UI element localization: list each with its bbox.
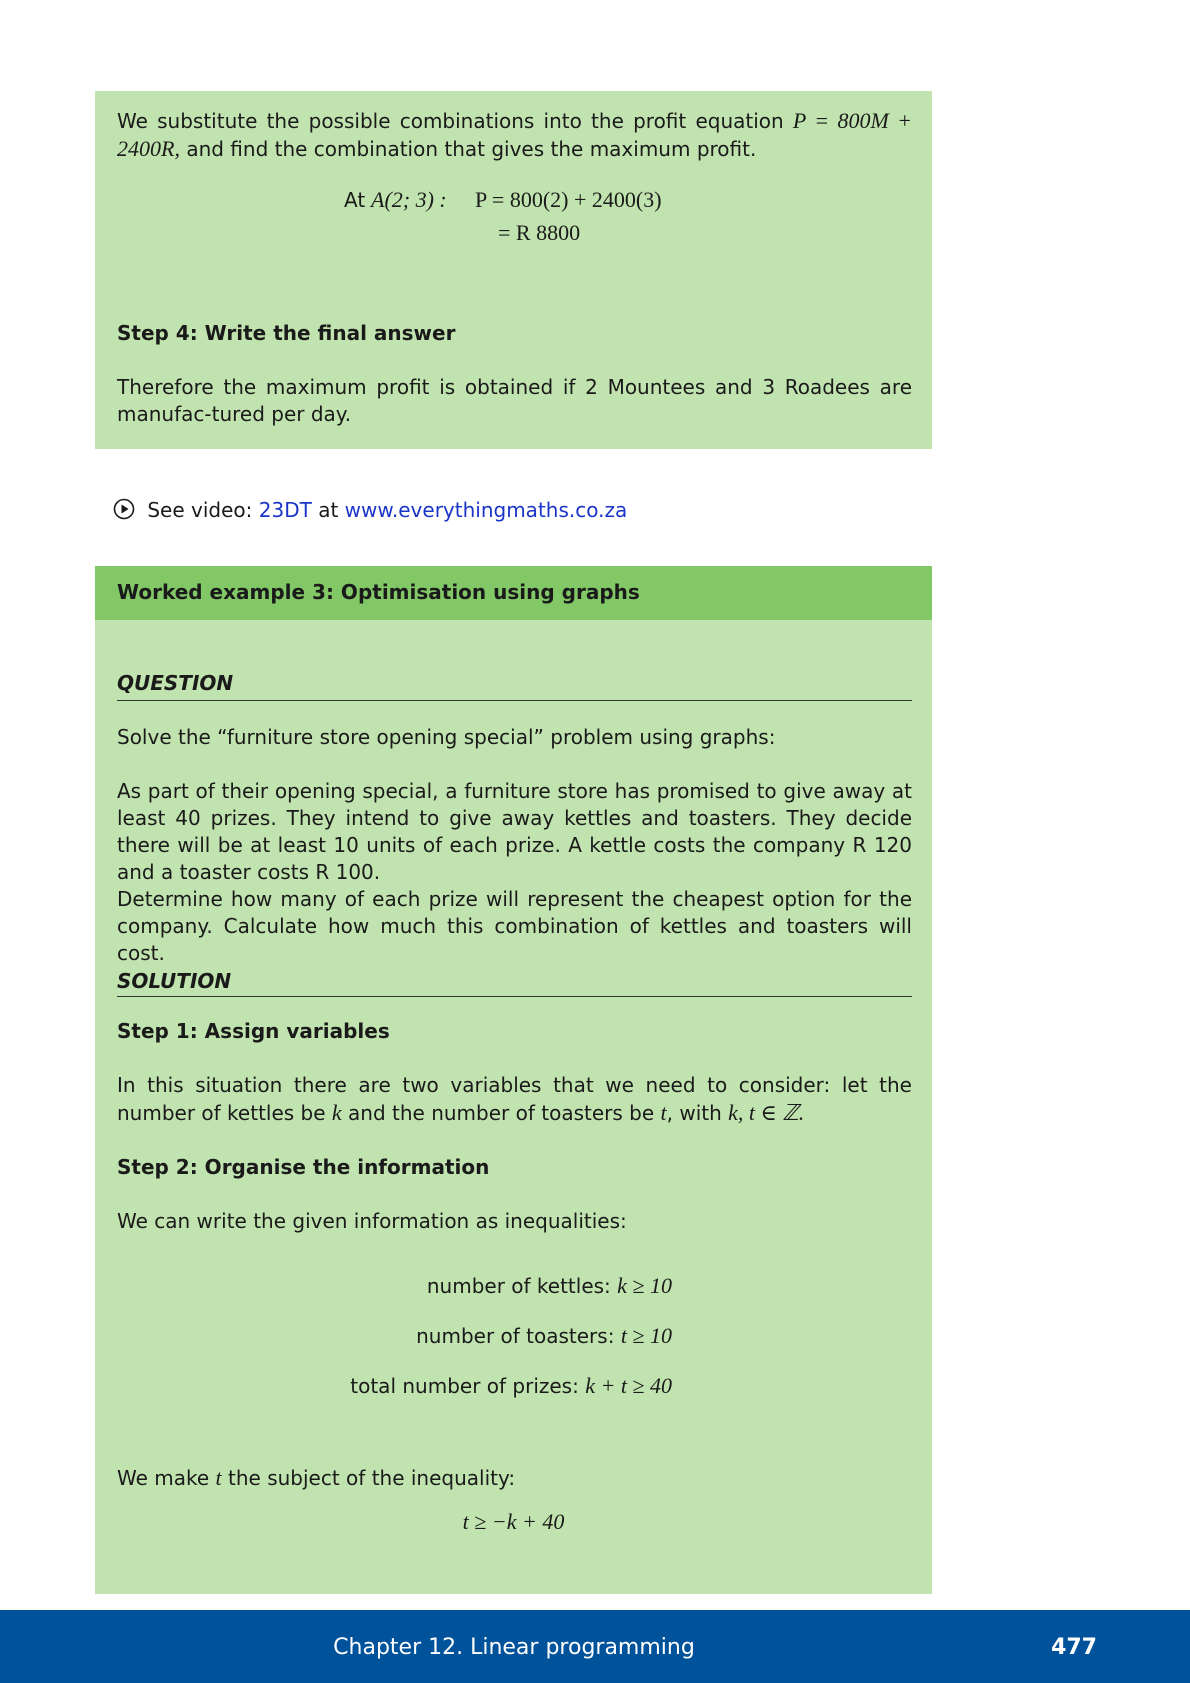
rearranged-inequality: t ≥ −k + 40 <box>462 1509 565 1534</box>
subject-text: We make t the subject of the inequality: <box>117 1464 912 1492</box>
subject-text-b: the subject of the inequality: <box>228 1466 516 1490</box>
kettles-inequality: k ≥ 10 <box>617 1273 672 1298</box>
worked-example-header: Worked example 3: Optimisation using gra… <box>95 566 932 620</box>
video-mid-text: at <box>318 498 339 522</box>
step4-text: Therefore the maximum profit is obtained… <box>117 375 912 426</box>
question-paragraph-2: Determine how many of each prize will re… <box>117 887 912 965</box>
point-a: A(2; 3) : <box>371 187 447 212</box>
worked-example-title: Worked example 3: Optimisation using gra… <box>117 580 640 604</box>
toasters-inequality: t ≥ 10 <box>620 1323 672 1348</box>
inequality-kettles: number of kettles: k ≥ 10 <box>427 1272 672 1300</box>
total-inequality: k + t ≥ 40 <box>585 1373 672 1398</box>
continued-solution-box: We substitute the possible combinations … <box>95 91 932 449</box>
total-label: total number of prizes: <box>350 1374 579 1398</box>
step1-text-b: and the number of toasters be <box>348 1101 655 1125</box>
chapter-title: Chapter 12. Linear programming <box>333 1635 695 1660</box>
toasters-label: number of toasters: <box>416 1324 615 1348</box>
page-number: 477 <box>1051 1635 1097 1660</box>
step1-text: In this situation there are two variable… <box>117 1072 912 1127</box>
video-code-link[interactable]: 23DT <box>259 498 312 522</box>
step2-heading: Step 2: Organise the information <box>117 1155 490 1179</box>
step2-intro: We can write the given information as in… <box>117 1209 627 1233</box>
step1-text-c: , with <box>666 1101 722 1125</box>
question-intro: Solve the “furniture store opening speci… <box>117 725 776 749</box>
inequality-toasters: number of toasters: t ≥ 10 <box>416 1322 672 1350</box>
step4-heading: Step 4: Write the final answer <box>117 321 456 345</box>
kettles-label: number of kettles: <box>426 1274 611 1298</box>
question-paragraph-1: As part of their opening special, a furn… <box>117 779 912 884</box>
website-link[interactable]: www.everythingmaths.co.za <box>345 498 628 522</box>
video-link-line: See video: 23DT at www.everythingmaths.c… <box>113 497 627 527</box>
subject-text-a: We make <box>117 1466 210 1490</box>
integer-set: k, t ∈ ℤ. <box>728 1100 805 1125</box>
solution-label: SOLUTION <box>117 969 232 993</box>
variable-k: k <box>331 1100 342 1125</box>
play-icon <box>113 498 135 527</box>
question-label: QUESTION <box>117 671 234 695</box>
solution-rule <box>117 996 912 997</box>
page-footer: Chapter 12. Linear programming 477 <box>0 1610 1190 1683</box>
equation-line-2: = R 8800 <box>498 220 581 245</box>
equation-line-1: P = 800(2) + 2400(3) <box>475 187 662 212</box>
question-rule <box>117 700 912 701</box>
at-label: At <box>344 188 366 212</box>
video-prefix: See video: <box>147 498 253 522</box>
profit-calculation: At A(2; 3) : P = 800(2) + 2400(3) = R 88… <box>95 91 932 245</box>
worked-example-box: Worked example 3: Optimisation using gra… <box>95 566 932 1594</box>
step1-heading: Step 1: Assign variables <box>117 1019 390 1043</box>
subject-variable-t: t <box>215 1465 222 1490</box>
inequality-total: total number of prizes: k + t ≥ 40 <box>350 1372 672 1400</box>
